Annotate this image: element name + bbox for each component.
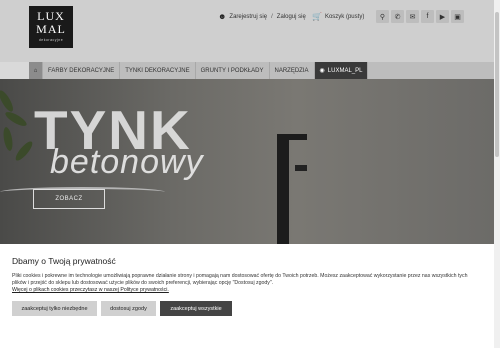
privacy-policy-link[interactable]: Więcej o plikach cookies przeczytasz w n… [12, 287, 482, 293]
user-icon: ☻ [218, 12, 227, 21]
luxmal-logo[interactable]: LUX MAL dekoracyjne [29, 6, 73, 48]
login-link[interactable]: Zaloguj się [277, 14, 306, 20]
nav-item-instagram[interactable]: ◉ LUXMAL_PL [314, 62, 369, 79]
hero-subtitle: betonowy [50, 143, 204, 181]
cookie-consent-panel: Dbamy o Twoją prywatność Pliki cookies i… [0, 244, 494, 348]
plant-leaf [13, 139, 35, 163]
nav-item-tynki[interactable]: TYNKI DEKORACYJNE [120, 62, 196, 79]
logo-line-1: LUX [37, 9, 65, 23]
customize-consents-button[interactable]: dostosuj zgody [101, 301, 156, 316]
nav-item-grunty[interactable]: GRUNTY I PODKŁADY [196, 62, 270, 79]
plant-leaf [1, 126, 15, 152]
social-icons: ⚲ ✆ ✉ f ▶ ▣ [376, 10, 464, 23]
accept-all-button[interactable]: zaakceptuj wszystkie [160, 301, 232, 316]
facebook-icon[interactable]: f [421, 10, 434, 23]
logo-line-2: MAL [36, 22, 66, 36]
plant-leaf [3, 109, 29, 129]
main-navigation: ⌂ FARBY DEKORACYJNE TYNKI DEKORACYJNE GR… [29, 62, 494, 79]
cookie-title: Dbamy o Twoją prywatność [12, 256, 116, 266]
mail-icon[interactable]: ✉ [406, 10, 419, 23]
logo-tagline: dekoracyjne [38, 38, 64, 42]
eye-icon: ◉ [319, 68, 325, 74]
hero-cta-button[interactable]: ZOBACZ [33, 189, 105, 209]
register-link[interactable]: Zarejestruj się [229, 14, 267, 20]
scrollbar-thumb[interactable] [495, 12, 499, 157]
faucet [277, 134, 289, 244]
link-separator: / [271, 13, 273, 20]
cart-label: Koszyk (pusty) [324, 13, 365, 20]
nav-item-farby[interactable]: FARBY DEKORACYJNE [43, 62, 121, 79]
cart-icon: 🛒 [312, 12, 322, 21]
account-links: ☻ Zarejestruj się / Zaloguj się [218, 12, 306, 21]
nav-item-instagram-label: LUXMAL_PL [327, 67, 363, 74]
hero-banner: TYNK betonowy ZOBACZ [0, 79, 494, 244]
cookie-body: Pliki cookies i pokrewne im technologie … [12, 273, 468, 286]
cookie-buttons: zaakceptuj tylko niezbędne dostosuj zgod… [12, 301, 482, 316]
phone-icon[interactable]: ✆ [391, 10, 404, 23]
accept-necessary-button[interactable]: zaakceptuj tylko niezbędne [12, 301, 97, 316]
nav-item-narzedzia[interactable]: NARZĘDZIA [270, 62, 315, 79]
youtube-icon[interactable]: ▶ [436, 10, 449, 23]
instagram-icon[interactable]: ▣ [451, 10, 464, 23]
page-scrollbar[interactable] [494, 0, 500, 348]
home-icon[interactable]: ⌂ [29, 62, 43, 79]
plant-leaf [0, 88, 16, 114]
site-header: LUX MAL dekoracyjne ☻ Zarejestruj się / … [0, 0, 494, 62]
faucet-handle [295, 165, 307, 171]
cart-link[interactable]: 🛒 Koszyk (pusty) [312, 12, 364, 21]
search-icon[interactable]: ⚲ [376, 10, 389, 23]
